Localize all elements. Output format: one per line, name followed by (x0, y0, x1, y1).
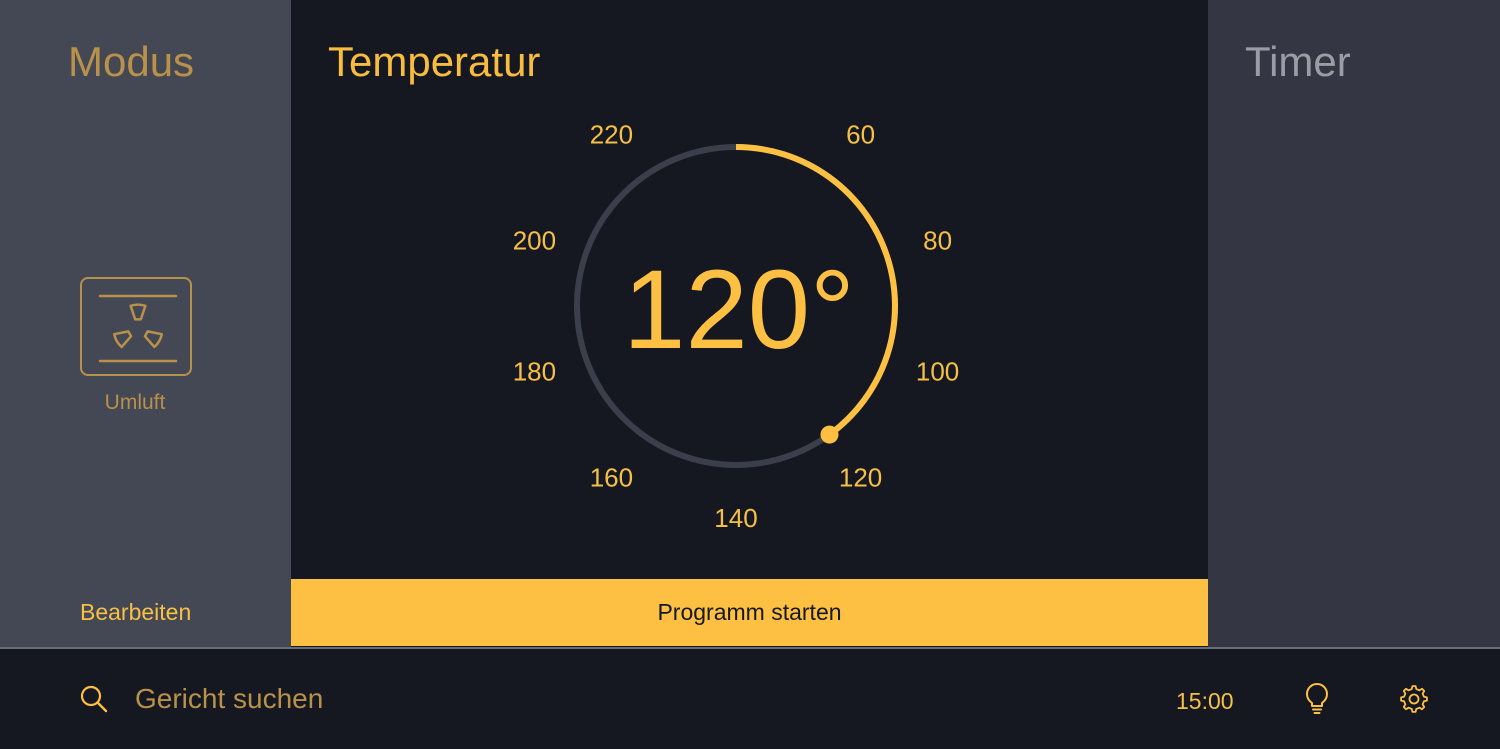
gear-icon[interactable] (1398, 683, 1430, 715)
dial-scale-label: 100 (916, 357, 959, 387)
search-input[interactable] (135, 679, 835, 719)
dial-scale-label: 220 (590, 120, 633, 150)
lightbulb-icon[interactable] (1303, 683, 1331, 715)
bottom-bar: 15:00 (0, 647, 1500, 749)
mode-panel[interactable]: Modus Umluft Bearbeiten (0, 0, 291, 647)
temperature-value: 120° (623, 247, 855, 372)
mode-umluft-button[interactable] (80, 277, 192, 376)
dial-scale-label: 180 (513, 357, 556, 387)
timer-panel-title: Timer (1245, 38, 1351, 85)
dial-scale-label: 140 (714, 503, 757, 533)
dial-scale-label: 200 (513, 226, 556, 256)
temperature-panel: Temperatur 60 80 100 120 140 160 180 200 220 120… (291, 0, 1208, 579)
dial-scale-label: 80 (923, 226, 952, 256)
dial-scale-label: 160 (590, 463, 633, 493)
dial-scale-label: 120 (839, 463, 882, 493)
start-program-button[interactable]: Programm starten (291, 579, 1208, 646)
temperature-dial[interactable]: 60 80 100 120 140 160 180 200 220 120° (291, 0, 1208, 579)
timer-panel[interactable]: Timer (1208, 0, 1500, 647)
mode-panel-title: Modus (68, 38, 195, 85)
dial-scale-label: 60 (846, 120, 875, 150)
clock: 15:00 (1176, 688, 1234, 714)
search-icon[interactable] (79, 684, 109, 714)
fan-icon (98, 294, 178, 363)
oven-app: Modus Umluft Bearbeiten Temperatur 60 80 1… (0, 0, 1500, 749)
dial-handle[interactable] (820, 425, 839, 444)
edit-button[interactable]: Bearbeiten (80, 599, 191, 626)
mode-label: Umluft (104, 391, 166, 414)
